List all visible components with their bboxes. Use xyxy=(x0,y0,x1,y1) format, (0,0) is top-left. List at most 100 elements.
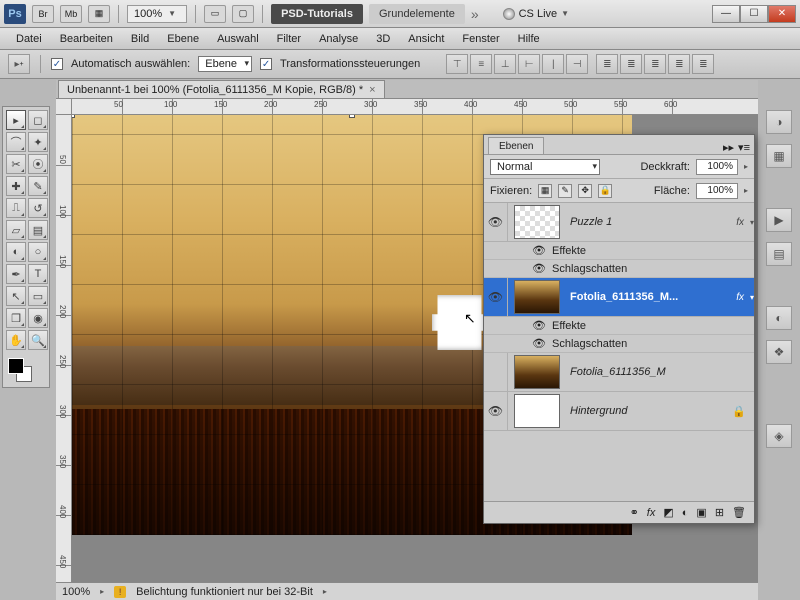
crop-tool[interactable]: ✂ xyxy=(6,154,26,174)
opacity-input[interactable]: 100% xyxy=(696,159,738,175)
layer-name[interactable]: Fotolia_6111356_M xyxy=(566,366,754,378)
visibility-toggle[interactable]: 👁 xyxy=(484,278,508,316)
info-panel-icon[interactable]: ❖ xyxy=(766,340,792,364)
visibility-toggle[interactable]: 👁 xyxy=(484,392,508,430)
new-layer-button[interactable]: ⊞ xyxy=(715,506,724,519)
layer-row[interactable]: Fotolia_6111356_M xyxy=(484,353,754,392)
effect-visibility-toggle[interactable]: 👁 xyxy=(532,337,546,350)
eraser-tool[interactable]: ▱ xyxy=(6,220,26,240)
align-vcenter-button[interactable]: ≡ xyxy=(470,54,492,74)
viewmode-button[interactable]: ▦ xyxy=(88,5,110,23)
workspace-tab-secondary[interactable]: Grundelemente xyxy=(369,4,465,24)
screenmode-button[interactable]: ▢ xyxy=(232,5,254,23)
arrange-button[interactable]: ▭ xyxy=(204,5,226,23)
layers-panel-tab[interactable]: Ebenen xyxy=(488,137,544,154)
transform-controls-checkbox[interactable]: ✓ xyxy=(260,58,272,70)
pen-tool[interactable]: ✒ xyxy=(6,264,26,284)
distribute-4-button[interactable]: ≣ xyxy=(668,54,690,74)
close-button[interactable]: ✕ xyxy=(768,5,796,23)
layer-fx-button[interactable]: fx xyxy=(647,507,656,519)
distribute-5-button[interactable]: ≣ xyxy=(692,54,714,74)
maximize-button[interactable]: ☐ xyxy=(740,5,768,23)
minibridge-button[interactable]: Mb xyxy=(60,5,82,23)
zoom-tool[interactable]: 🔍 xyxy=(28,330,48,350)
menu-file[interactable]: Datei xyxy=(8,31,50,47)
layer-thumbnail[interactable] xyxy=(514,280,560,314)
path-select-tool[interactable]: ↖ xyxy=(6,286,26,306)
menu-help[interactable]: Hilfe xyxy=(510,31,548,47)
color-panel-icon[interactable]: ◑ xyxy=(766,110,792,134)
blur-tool[interactable]: ◐ xyxy=(6,242,26,262)
align-left-button[interactable]: ⊢ xyxy=(518,54,540,74)
shape-tool[interactable]: ▭ xyxy=(28,286,48,306)
fx-expand-icon[interactable]: ▾ xyxy=(750,218,754,227)
align-right-button[interactable]: ⊣ xyxy=(566,54,588,74)
foreground-color-swatch[interactable] xyxy=(8,358,24,374)
menu-3d[interactable]: 3D xyxy=(368,31,398,47)
layer-name[interactable]: Fotolia_6111356_M... xyxy=(566,291,736,303)
blend-mode-select[interactable]: Normal xyxy=(490,159,600,175)
menu-window[interactable]: Fenster xyxy=(454,31,507,47)
visibility-toggle[interactable] xyxy=(484,353,508,391)
zoom-display[interactable]: 100%▼ xyxy=(127,5,187,23)
distribute-1-button[interactable]: ≣ xyxy=(596,54,618,74)
color-swatches[interactable] xyxy=(6,356,48,384)
link-layers-button[interactable]: ⚭ xyxy=(630,506,639,519)
fill-flyout-icon[interactable]: ▸ xyxy=(744,186,748,195)
visibility-toggle[interactable]: 👁 xyxy=(484,203,508,241)
active-tool-icon[interactable]: ▸+ xyxy=(8,54,30,74)
brushes-panel-icon[interactable]: ▤ xyxy=(766,242,792,266)
move-tool[interactable]: ▸ xyxy=(6,110,26,130)
panel-collapse-icon[interactable]: ▸▸ xyxy=(723,141,734,154)
menu-layer[interactable]: Ebene xyxy=(159,31,207,47)
adjustments-panel-icon[interactable]: ◐ xyxy=(766,306,792,330)
brush-tool[interactable]: ✎ xyxy=(28,176,48,196)
swatches-panel-icon[interactable]: ▦ xyxy=(766,144,792,168)
layer-name[interactable]: Hintergrund xyxy=(566,405,732,417)
transform-handle[interactable] xyxy=(349,115,355,118)
minimize-button[interactable]: — xyxy=(712,5,740,23)
layer-mask-button[interactable]: ◩ xyxy=(663,506,673,519)
opacity-flyout-icon[interactable]: ▸ xyxy=(744,162,748,171)
hand-tool[interactable]: ✋ xyxy=(6,330,26,350)
3d-tool[interactable]: ❒ xyxy=(6,308,26,328)
auto-select-checkbox[interactable]: ✓ xyxy=(51,58,63,70)
history-brush-tool[interactable]: ↺ xyxy=(28,198,48,218)
lock-all-button[interactable]: 🔒 xyxy=(598,184,612,198)
healing-tool[interactable]: ✚ xyxy=(6,176,26,196)
lock-pixels-button[interactable]: ✎ xyxy=(558,184,572,198)
fx-badge[interactable]: fx xyxy=(736,292,744,303)
dodge-tool[interactable]: ○ xyxy=(28,242,48,262)
effect-visibility-toggle[interactable]: 👁 xyxy=(532,244,546,257)
menu-select[interactable]: Auswahl xyxy=(209,31,267,47)
document-tab[interactable]: Unbenannt-1 bei 100% (Fotolia_6111356_M … xyxy=(58,80,385,98)
status-zoom[interactable]: 100% xyxy=(62,586,90,598)
layer-group-button[interactable]: ▣ xyxy=(696,506,706,519)
marquee-tool[interactable]: ◻ xyxy=(28,110,48,130)
transform-handle[interactable] xyxy=(72,115,75,118)
fx-badge[interactable]: fx xyxy=(736,217,744,228)
auto-select-dropdown[interactable]: Ebene xyxy=(198,56,252,72)
bridge-button[interactable]: Br xyxy=(32,5,54,23)
cslive-button[interactable]: CS Live▼ xyxy=(503,8,569,20)
layer-name[interactable]: Puzzle 1 xyxy=(566,216,736,228)
adjustment-layer-button[interactable]: ◐ xyxy=(682,507,689,519)
distribute-3-button[interactable]: ≣ xyxy=(644,54,666,74)
menu-filter[interactable]: Filter xyxy=(269,31,309,47)
eyedropper-tool[interactable]: ⦿ xyxy=(28,154,48,174)
layer-thumbnail[interactable] xyxy=(514,394,560,428)
menu-edit[interactable]: Bearbeiten xyxy=(52,31,121,47)
layer-row-selected[interactable]: 👁 Fotolia_6111356_M... fx ▾ xyxy=(484,278,754,317)
layer-row[interactable]: 👁 Puzzle 1 fx ▾ xyxy=(484,203,754,242)
3d-camera-tool[interactable]: ◉ xyxy=(28,308,48,328)
layer-thumbnail[interactable] xyxy=(514,355,560,389)
actions-panel-icon[interactable]: ▶ xyxy=(766,208,792,232)
menu-view[interactable]: Ansicht xyxy=(400,31,452,47)
document-tab-close-icon[interactable]: × xyxy=(369,84,375,96)
lock-position-button[interactable]: ✥ xyxy=(578,184,592,198)
gradient-tool[interactable]: ▤ xyxy=(28,220,48,240)
lasso-tool[interactable]: ⌒ xyxy=(6,132,26,152)
lock-transparent-button[interactable]: ▦ xyxy=(538,184,552,198)
align-bottom-button[interactable]: ⊥ xyxy=(494,54,516,74)
align-top-button[interactable]: ⊤ xyxy=(446,54,468,74)
